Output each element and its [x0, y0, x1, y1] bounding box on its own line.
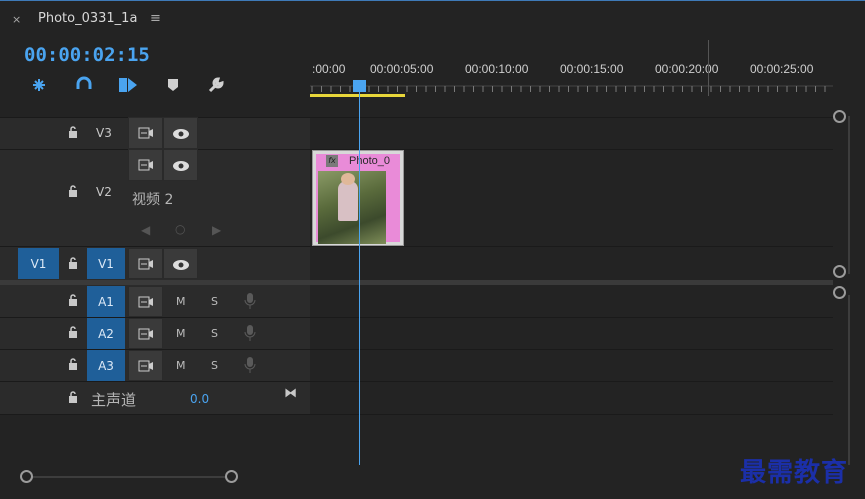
ruler-label: 00:00:05:00 — [370, 62, 434, 76]
playhead-handle[interactable] — [353, 80, 366, 92]
scroll-handle-bottom[interactable] — [833, 265, 846, 278]
master-track-name: 主声道 — [91, 391, 137, 409]
track-name-v3: V3 — [96, 126, 112, 140]
watermark-logo: 最需教育 — [740, 458, 849, 488]
ruler-label: 00:00:25:00 — [750, 62, 814, 76]
separator — [0, 149, 833, 150]
add-marker-icon[interactable] — [117, 74, 139, 96]
sync-lock-button[interactable] — [128, 117, 163, 149]
separator — [0, 117, 833, 118]
lock-icon[interactable] — [68, 391, 78, 403]
track-target-a2[interactable]: A2 — [87, 318, 125, 349]
track-target-a1[interactable]: A1 — [87, 286, 125, 317]
thumbnail-head — [341, 173, 355, 185]
linked-selection-icon[interactable] — [73, 74, 95, 96]
toggle-output-button[interactable] — [163, 149, 198, 181]
add-keyframe-icon[interactable]: ○ — [175, 222, 185, 236]
film-icon — [138, 258, 153, 270]
microphone-icon[interactable] — [244, 356, 256, 374]
clip-body: fx Photo_0 — [316, 154, 400, 244]
scrollbar-track — [24, 476, 236, 478]
snap-icon[interactable] — [28, 74, 50, 96]
mute-button[interactable]: M — [176, 359, 186, 372]
ruler-divider — [708, 40, 709, 96]
panel-menu-icon[interactable]: ≡ — [150, 11, 161, 26]
track-name-v2: V2 — [96, 185, 112, 199]
film-icon — [138, 296, 153, 308]
toggle-output-button[interactable] — [163, 248, 198, 279]
solo-button[interactable]: S — [211, 359, 218, 372]
separator — [0, 381, 833, 382]
microphone-icon[interactable] — [244, 324, 256, 342]
mute-button[interactable]: M — [176, 327, 186, 340]
sequence-tab[interactable]: Photo_0331_1a — [38, 11, 137, 26]
vertical-scrollbar[interactable] — [833, 100, 865, 499]
source-patch-v1[interactable]: V1 — [18, 248, 59, 279]
horizontal-scrollbar[interactable] — [0, 465, 833, 499]
scrollbar-track — [848, 116, 850, 274]
toggle-output-button[interactable] — [163, 117, 198, 149]
close-icon[interactable]: × — [12, 13, 21, 26]
clip-name: Photo_0 — [349, 155, 390, 167]
solo-button[interactable]: S — [211, 327, 218, 340]
track-target-a3[interactable]: A3 — [87, 350, 125, 381]
separator — [0, 246, 833, 247]
next-keyframe-icon[interactable]: ▶ — [212, 223, 221, 237]
work-area-bar[interactable] — [310, 94, 405, 97]
playhead-line[interactable] — [359, 90, 360, 468]
mute-button[interactable]: M — [176, 295, 186, 308]
fx-badge[interactable]: fx — [326, 155, 338, 167]
marker-icon[interactable] — [162, 74, 184, 96]
lock-icon[interactable] — [68, 294, 78, 306]
eye-icon — [173, 161, 189, 171]
sync-lock-button[interactable] — [128, 350, 163, 381]
scroll-handle-top[interactable] — [833, 286, 846, 299]
solo-button[interactable]: S — [211, 295, 218, 308]
ruler-label: :00:00 — [312, 62, 346, 76]
sync-lock-button[interactable] — [128, 248, 163, 279]
video-clip[interactable]: fx Photo_0 — [312, 150, 404, 246]
scrollbar-track — [848, 295, 850, 465]
timeline-panel: × Photo_0331_1a ≡ 00:00:02:15 :00:00 00:… — [0, 0, 865, 499]
go-to-in-out-icon[interactable]: ⧓ — [284, 386, 297, 401]
track-target-v1[interactable]: V1 — [87, 248, 125, 279]
lock-icon[interactable] — [68, 358, 78, 370]
eye-icon — [173, 129, 189, 139]
microphone-icon[interactable] — [244, 292, 256, 310]
playhead-timecode[interactable]: 00:00:02:15 — [24, 44, 150, 66]
ruler-label: 00:00:10:00 — [465, 62, 529, 76]
separator — [0, 414, 833, 415]
lock-icon[interactable] — [68, 126, 78, 138]
track-label-v2: 视频 2 — [132, 192, 174, 208]
lock-icon[interactable] — [68, 257, 78, 269]
thumbnail-figure — [338, 181, 358, 221]
sync-lock-button[interactable] — [128, 286, 163, 317]
prev-keyframe-icon[interactable]: ◀ — [141, 223, 150, 237]
wrench-icon[interactable] — [205, 74, 227, 96]
zoom-handle-left[interactable] — [20, 470, 33, 483]
clip-thumbnail — [318, 171, 386, 244]
eye-icon — [173, 260, 189, 270]
video-audio-divider — [0, 280, 833, 285]
film-icon — [138, 127, 153, 139]
sync-lock-button[interactable] — [128, 318, 163, 349]
time-ruler[interactable]: :00:00 00:00:05:00 00:00:10:00 00:00:15:… — [310, 38, 865, 118]
film-icon — [138, 328, 153, 340]
lock-icon[interactable] — [68, 326, 78, 338]
ruler-label: 00:00:15:00 — [560, 62, 624, 76]
master-volume-value[interactable]: 0.0 — [190, 392, 209, 406]
zoom-handle-right[interactable] — [225, 470, 238, 483]
panel-header: × Photo_0331_1a ≡ — [0, 0, 865, 39]
scroll-handle-top[interactable] — [833, 110, 846, 123]
film-icon — [138, 159, 153, 171]
lock-icon[interactable] — [68, 185, 78, 197]
sync-lock-button[interactable] — [128, 149, 163, 181]
film-icon — [138, 360, 153, 372]
